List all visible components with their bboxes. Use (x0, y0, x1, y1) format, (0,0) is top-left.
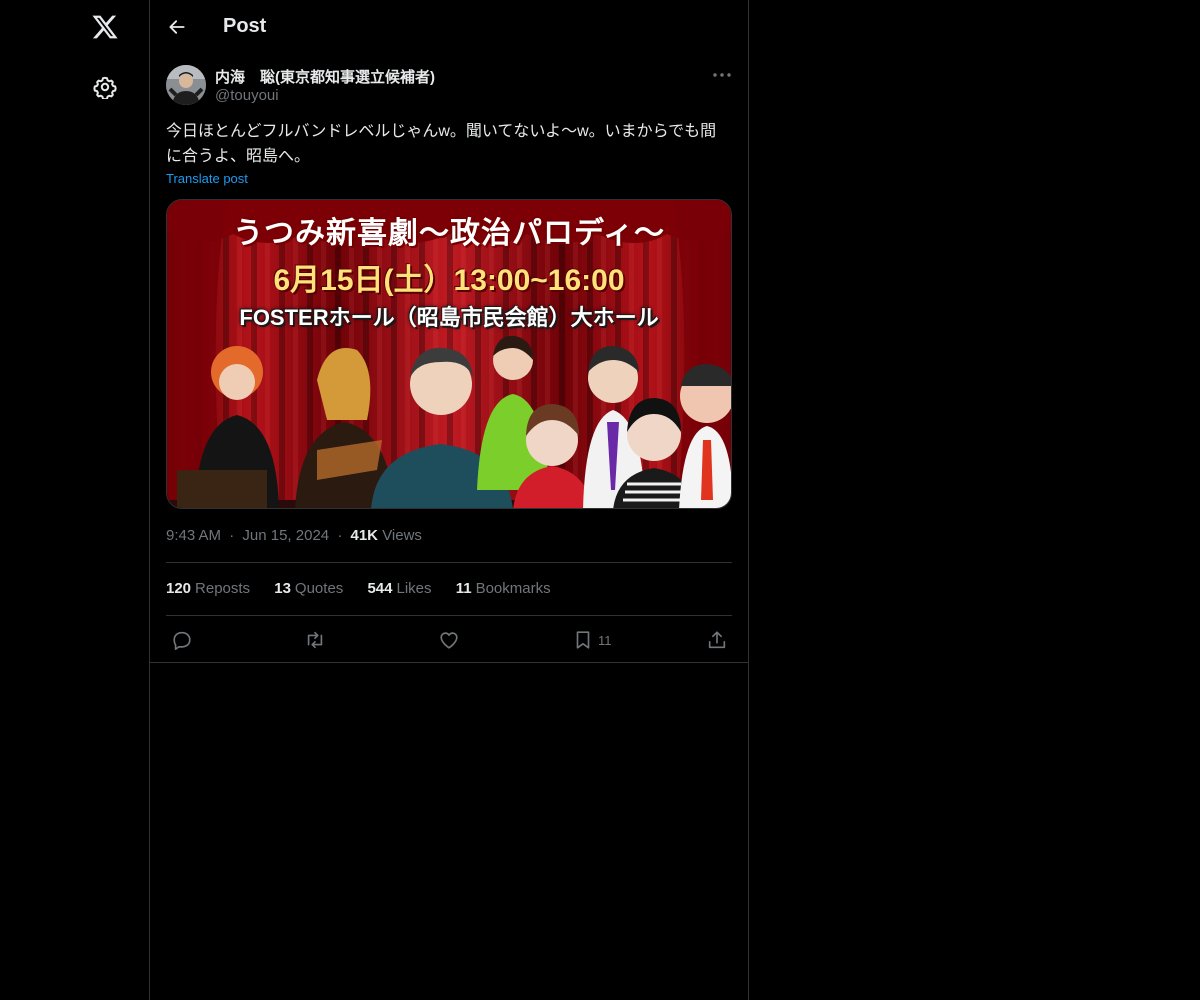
bookmark-icon[interactable] (572, 629, 594, 651)
bookmarks-label: Bookmarks (475, 580, 551, 597)
gear-icon[interactable] (93, 75, 117, 101)
divider (150, 662, 748, 663)
more-horizontal-icon[interactable] (711, 67, 733, 83)
bookmarks-count: 11 (455, 580, 472, 597)
avatar[interactable] (166, 65, 206, 105)
bookmark-count: 11 (598, 633, 612, 648)
share-icon[interactable] (706, 629, 728, 651)
left-nav (0, 0, 150, 1000)
quotes-count: 13 (274, 580, 291, 597)
media-title-text: うつみ新喜劇〜政治パロディ〜 (233, 217, 665, 250)
post-meta: 9:43 AM · Jun 15, 2024 · 41K Views (166, 527, 422, 544)
divider (166, 615, 732, 616)
likes-label: Likes (396, 580, 432, 597)
arrow-left-icon[interactable] (167, 17, 187, 37)
reposts-label: Reposts (195, 580, 251, 597)
x-logo-icon[interactable] (91, 13, 119, 41)
heart-icon[interactable] (438, 629, 460, 651)
reposts-count: 120 (166, 580, 192, 597)
views-count: 41K (350, 527, 379, 544)
page-title: Post (223, 15, 267, 37)
repost-icon[interactable] (304, 629, 326, 651)
main-column: Post 内海 聡(東京都知事選立候補者) @touyoui 今日ほとんどフルバ… (149, 0, 749, 1000)
reply-icon[interactable] (171, 629, 193, 651)
likes-count: 544 (367, 580, 393, 597)
divider (166, 562, 732, 563)
quotes-stat[interactable]: 13 Quotes (274, 580, 343, 597)
post-stats: 120 Reposts 13 Quotes 544 Likes 11 Bookmarks (166, 580, 571, 597)
media-venue-text: FOSTERホール（昭島市民会館）大ホール (239, 305, 659, 330)
views-label: Views (382, 527, 422, 544)
bookmarks-stat[interactable]: 11 Bookmarks (456, 580, 551, 597)
meta-separator: · (229, 527, 235, 544)
page-header: Post (150, 0, 748, 54)
post-time[interactable]: 9:43 AM (166, 527, 221, 544)
translate-post-link[interactable]: Translate post (166, 171, 248, 186)
post-image[interactable]: うつみ新喜劇〜政治パロディ〜 6月15日(土）13:00~16:00 FOSTE… (166, 199, 732, 509)
quotes-label: Quotes (294, 580, 344, 597)
meta-separator: · (337, 527, 343, 544)
author-name[interactable]: 内海 聡(東京都知事選立候補者) (215, 66, 435, 87)
post-date[interactable]: Jun 15, 2024 (242, 527, 329, 544)
author-handle[interactable]: @touyoui (215, 87, 279, 104)
likes-stat[interactable]: 544 Likes (367, 580, 431, 597)
media-date-text: 6月15日(土）13:00~16:00 (273, 264, 625, 297)
post-text: 今日ほとんどフルバンドレベルじゃんw。聞いてないよ〜w。いまからでも間に合うよ、… (166, 123, 717, 165)
reposts-stat[interactable]: 120 Reposts (166, 580, 250, 597)
